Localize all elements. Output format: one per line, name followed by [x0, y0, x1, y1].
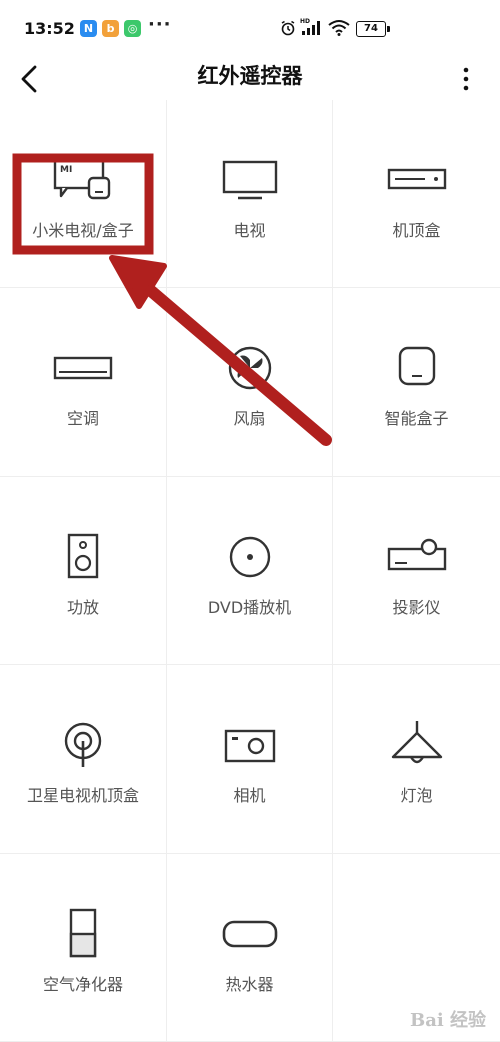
water-heater-icon	[222, 920, 277, 947]
device-tile-air-conditioner[interactable]: 空调	[0, 288, 167, 477]
device-label: DVD播放机	[207, 597, 292, 617]
svg-text:MI: MI	[60, 165, 72, 175]
device-tile-mi-tv-box[interactable]: MI 小米电视/盒子	[0, 100, 167, 289]
more-vertical-icon[interactable]	[452, 62, 480, 96]
tv-icon	[222, 160, 277, 200]
alarm-icon	[281, 20, 295, 36]
device-label: 小米电视/盒子	[32, 221, 134, 240]
device-tile-fan[interactable]: 风扇	[167, 288, 333, 477]
device-tile-dvd[interactable]: DVD播放机	[167, 476, 333, 666]
device-tile-water-heater[interactable]: 热水器	[167, 853, 333, 1042]
watermark: Bai 经验	[410, 1010, 486, 1031]
device-tile-projector[interactable]: 投影仪	[333, 477, 500, 666]
status-time: 13:52	[24, 19, 75, 38]
more-notifications-icon: ···	[148, 14, 172, 35]
device-tile-lamp[interactable]: 灯泡	[333, 665, 500, 854]
device-label: 智能盒子	[384, 409, 449, 429]
device-tile-satellite[interactable]: 卫星电视机顶盒	[0, 665, 167, 854]
camera-icon	[224, 729, 275, 763]
wifi-icon	[328, 20, 350, 36]
device-tile-air-purifier[interactable]: 空气净化器	[0, 853, 167, 1042]
device-tile-amplifier[interactable]: 功放	[0, 476, 167, 666]
device-tile-camera[interactable]: 相机	[167, 665, 333, 854]
satellite-icon	[64, 722, 102, 768]
device-label: 灯泡	[400, 786, 433, 806]
device-label: 热水器	[225, 974, 274, 994]
bb-app-icon: b	[102, 20, 119, 37]
n-app-icon: N	[80, 20, 97, 37]
device-label: 投影仪	[392, 597, 441, 617]
battery-level: 74	[364, 23, 378, 34]
battery-icon: 74	[356, 21, 390, 37]
set-top-box-icon	[387, 168, 446, 190]
device-grid: MI 小米电视/盒子 电视 机顶盒 空调 风扇 智能盒子 功放 DVD播放机 投…	[0, 100, 500, 1042]
amplifier-icon	[67, 533, 99, 578]
device-tile-smart-box[interactable]: 智能盒子	[333, 288, 500, 477]
projector-icon	[387, 538, 446, 570]
page-title: 红外遥控器	[197, 64, 303, 88]
device-label: 机顶盒	[392, 221, 441, 240]
device-label: 卫星电视机顶盒	[26, 786, 139, 806]
status-bar: 13:52 N b ◎ ··· HD 74	[0, 0, 500, 58]
air-purifier-icon	[69, 908, 97, 957]
mi-shield-icon: ◎	[124, 20, 141, 37]
device-label: 功放	[66, 597, 99, 617]
hd-signal-icon: HD	[300, 18, 320, 35]
air-conditioner-icon	[53, 357, 113, 380]
device-tile-set-top-box[interactable]: 机顶盒	[333, 100, 500, 289]
lamp-icon	[391, 721, 442, 764]
device-label: 空调	[66, 409, 99, 429]
dvd-icon	[229, 536, 270, 577]
device-label: 电视	[233, 221, 266, 240]
fan-icon	[228, 347, 271, 390]
svg-text:HD: HD	[300, 18, 310, 25]
mi-tv-box-icon: MI	[53, 158, 111, 200]
device-label: 风扇	[233, 409, 266, 429]
device-label: 相机	[233, 786, 266, 806]
device-label: 空气净化器	[42, 974, 123, 994]
device-tile-tv[interactable]: 电视	[167, 100, 333, 289]
smart-box-icon	[398, 347, 435, 386]
